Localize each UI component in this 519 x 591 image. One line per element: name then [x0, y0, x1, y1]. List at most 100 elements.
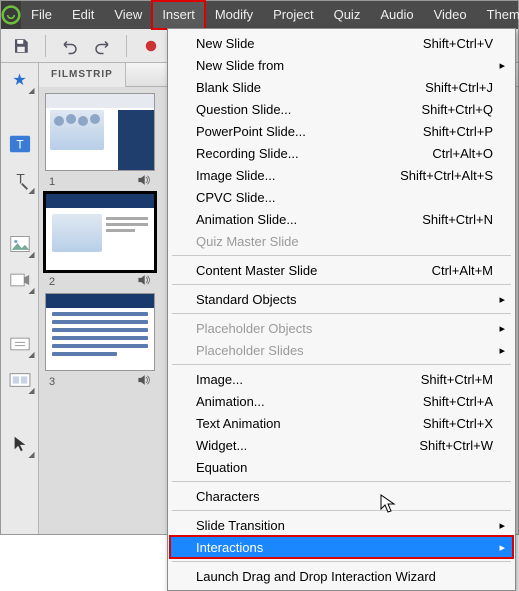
menu-item-label: New Slide: [196, 36, 423, 51]
text-caption-tool-icon[interactable]: T◢: [7, 167, 33, 193]
menu-separator: [172, 561, 511, 562]
audio-icon: [137, 374, 151, 389]
menu-item-shortcut: Shift+Ctrl+A: [423, 394, 493, 409]
menu-file[interactable]: File: [21, 1, 62, 29]
menu-item-shortcut: Shift+Ctrl+Alt+S: [400, 168, 493, 183]
menu-item-question-slide[interactable]: Question Slide...Shift+Ctrl+Q: [170, 98, 513, 120]
tool-palette: ★◢ T T◢ ◢ ◢ ◢ ◢ ◢: [1, 63, 39, 534]
menu-project[interactable]: Project: [263, 1, 323, 29]
filmstrip-tab[interactable]: FILMSTRIP: [39, 63, 126, 87]
record-icon[interactable]: [139, 34, 163, 58]
menu-view[interactable]: View: [104, 1, 152, 29]
text-tool-icon[interactable]: T: [7, 131, 33, 157]
insert-menu-dropdown: New SlideShift+Ctrl+V New Slide from Blank…: [167, 28, 516, 591]
menu-item-label: Slide Transition: [196, 518, 493, 533]
toolbar-separator: [45, 35, 46, 57]
menu-item-label: Launch Drag and Drop Interaction Wizard: [196, 569, 493, 584]
menu-item-image-slide[interactable]: Image Slide...Shift+Ctrl+Alt+S: [170, 164, 513, 186]
svg-text:T: T: [16, 172, 25, 187]
menu-item-label: PowerPoint Slide...: [196, 124, 423, 139]
menu-insert[interactable]: Insert: [152, 1, 205, 29]
pointer-tool-icon[interactable]: ◢: [7, 431, 33, 457]
audio-icon: [137, 274, 151, 289]
menu-item-image[interactable]: Image...Shift+Ctrl+M: [170, 368, 513, 390]
menu-item-widget[interactable]: Widget...Shift+Ctrl+W: [170, 434, 513, 456]
menu-item-label: Placeholder Objects: [196, 321, 493, 336]
menu-video[interactable]: Video: [424, 1, 477, 29]
menu-item-shortcut: Shift+Ctrl+X: [423, 416, 493, 431]
menu-item-slide-transition[interactable]: Slide Transition: [170, 514, 513, 536]
menu-item-label: Widget...: [196, 438, 419, 453]
menu-item-label: Content Master Slide: [196, 263, 432, 278]
menu-item-text-animation[interactable]: Text AnimationShift+Ctrl+X: [170, 412, 513, 434]
image-tool-icon[interactable]: ◢: [7, 231, 33, 257]
shape-tool-icon[interactable]: ◢: [7, 331, 33, 357]
menu-item-shortcut: Shift+Ctrl+V: [423, 36, 493, 51]
menu-item-characters[interactable]: Characters: [170, 485, 513, 507]
menu-item-label: Animation Slide...: [196, 212, 422, 227]
slide-number: 1: [49, 176, 55, 188]
menu-separator: [172, 255, 511, 256]
menu-item-label: Question Slide...: [196, 102, 421, 117]
menu-item-animation-slide[interactable]: Animation Slide...Shift+Ctrl+N: [170, 208, 513, 230]
menu-item-cpvc-slide[interactable]: CPVC Slide...: [170, 186, 513, 208]
menu-modify[interactable]: Modify: [205, 1, 263, 29]
menu-item-new-slide-from[interactable]: New Slide from: [170, 54, 513, 76]
menu-edit[interactable]: Edit: [62, 1, 104, 29]
menu-item-label: New Slide from: [196, 58, 493, 73]
slide-number: 2: [49, 276, 55, 288]
menu-item-label: Interactions: [196, 540, 493, 555]
menu-item-animation[interactable]: Animation...Shift+Ctrl+A: [170, 390, 513, 412]
menu-item-blank-slide[interactable]: Blank SlideShift+Ctrl+J: [170, 76, 513, 98]
svg-text:T: T: [16, 138, 23, 152]
menu-item-shortcut: Shift+Ctrl+Q: [421, 102, 493, 117]
menu-item-label: Blank Slide: [196, 80, 425, 95]
menu-item-shortcut: Shift+Ctrl+W: [419, 438, 493, 453]
menu-item-placeholder-slides: Placeholder Slides: [170, 339, 513, 361]
undo-icon[interactable]: [58, 34, 82, 58]
toolbar-separator: [126, 35, 127, 57]
menu-item-label: Characters: [196, 489, 493, 504]
redo-icon[interactable]: [90, 34, 114, 58]
menu-item-quiz-master-slide: Quiz Master Slide: [170, 230, 513, 252]
menu-item-label: Animation...: [196, 394, 423, 409]
slide-number: 3: [49, 376, 55, 388]
menu-separator: [172, 313, 511, 314]
menu-item-label: Recording Slide...: [196, 146, 432, 161]
menu-separator: [172, 481, 511, 482]
menu-separator: [172, 364, 511, 365]
audio-icon: [137, 174, 151, 189]
menu-item-label: Text Animation: [196, 416, 423, 431]
menu-item-new-slide[interactable]: New SlideShift+Ctrl+V: [170, 32, 513, 54]
menu-item-launch-drag-and-drop-interaction-wizard[interactable]: Launch Drag and Drop Interaction Wizard: [170, 565, 513, 587]
menu-quiz[interactable]: Quiz: [324, 1, 371, 29]
menu-audio[interactable]: Audio: [370, 1, 423, 29]
menubar: FileEditViewInsertModifyProjectQuizAudio…: [1, 1, 518, 29]
menu-item-shortcut: Shift+Ctrl+N: [422, 212, 493, 227]
video-tool-icon[interactable]: ◢: [7, 267, 33, 293]
menu-item-label: Standard Objects: [196, 292, 493, 307]
menu-item-label: Quiz Master Slide: [196, 234, 493, 249]
menu-item-shortcut: Shift+Ctrl+M: [421, 372, 493, 387]
favorite-icon[interactable]: ★◢: [7, 67, 33, 93]
menu-item-label: CPVC Slide...: [196, 190, 493, 205]
menu-item-placeholder-objects: Placeholder Objects: [170, 317, 513, 339]
menu-item-shortcut: Ctrl+Alt+O: [432, 146, 493, 161]
widget-tool-icon[interactable]: ◢: [7, 367, 33, 393]
menu-item-label: Equation: [196, 460, 493, 475]
menu-item-interactions[interactable]: Interactions: [170, 536, 513, 558]
menu-item-equation[interactable]: Equation: [170, 456, 513, 478]
menu-item-recording-slide[interactable]: Recording Slide...Ctrl+Alt+O: [170, 142, 513, 164]
menu-item-powerpoint-slide[interactable]: PowerPoint Slide...Shift+Ctrl+P: [170, 120, 513, 142]
save-icon[interactable]: [9, 34, 33, 58]
menu-item-standard-objects[interactable]: Standard Objects: [170, 288, 513, 310]
menu-item-shortcut: Shift+Ctrl+P: [423, 124, 493, 139]
menu-item-label: Image Slide...: [196, 168, 400, 183]
menu-separator: [172, 510, 511, 511]
menu-themes[interactable]: Themes: [477, 1, 519, 29]
app-logo: [1, 1, 21, 29]
menu-item-shortcut: Ctrl+Alt+M: [432, 263, 493, 278]
menu-separator: [172, 284, 511, 285]
menu-item-label: Placeholder Slides: [196, 343, 493, 358]
menu-item-content-master-slide[interactable]: Content Master SlideCtrl+Alt+M: [170, 259, 513, 281]
